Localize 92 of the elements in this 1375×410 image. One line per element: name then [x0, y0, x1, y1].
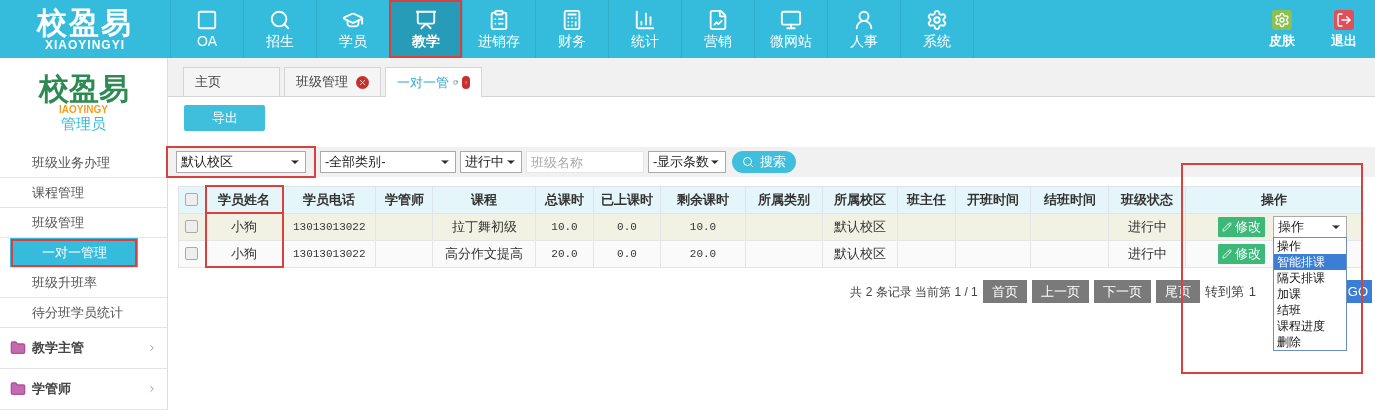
search-icon — [742, 156, 754, 168]
column-header: 操作 — [1185, 186, 1363, 213]
settings-icon — [926, 9, 948, 31]
select-all-checkbox[interactable] — [185, 193, 199, 206]
table-cell: 默认校区 — [834, 245, 886, 261]
sidebar-group[interactable]: 教学主管 — [0, 328, 167, 369]
action-select[interactable]: 操作 — [1273, 215, 1347, 238]
skin-button[interactable]: 皮肤 — [1251, 0, 1313, 58]
menu-item[interactable]: 智能排课 — [1274, 253, 1346, 270]
table-cell: 小狗 — [231, 219, 257, 234]
table-cell: 10.0 — [689, 221, 717, 234]
menu-item[interactable]: 删除 — [1274, 333, 1346, 350]
column-header: 总课时 — [535, 186, 594, 213]
logout-icon — [1334, 10, 1354, 30]
chevron-icon — [147, 384, 157, 394]
table-cell: 小狗 — [231, 245, 257, 261]
sidebar-item[interactable]: 课程管理 — [0, 178, 167, 208]
edit-button[interactable]: 修改 — [1218, 216, 1265, 237]
table-cell: 20.0 — [551, 248, 578, 261]
blackboard-icon — [415, 9, 437, 31]
page-button[interactable]: 首页 — [982, 280, 1027, 303]
table-cell: 高分作文提高 — [445, 245, 523, 261]
table-cell: 20.0 — [689, 248, 717, 261]
menu-item[interactable]: 结班 — [1274, 301, 1346, 318]
page-tab[interactable]: 主页 — [183, 67, 280, 96]
pencil-icon — [1222, 221, 1232, 232]
chart-icon — [634, 9, 656, 31]
sidebar-item[interactable]: 班级升班率 — [0, 268, 167, 298]
brand-logo: 校盈易 — [37, 6, 133, 39]
menu-item[interactable]: 课程进度 — [1274, 317, 1346, 334]
search-icon — [269, 9, 291, 31]
settings-icon — [1272, 10, 1292, 30]
table-cell: 拉丁舞初级 — [451, 218, 517, 234]
sidebar-item[interactable]: 一对一管理 — [10, 238, 138, 268]
clipboard-icon — [488, 9, 510, 31]
sidebar-item[interactable]: 待分班学员统计 — [0, 298, 167, 328]
campus-select[interactable]: 默认校区 — [176, 151, 306, 173]
column-header: 学员姓名 — [205, 186, 283, 213]
column-header: 课程 — [432, 186, 536, 213]
table-cell: 10.0 — [551, 221, 578, 234]
table-cell: 0.0 — [617, 248, 637, 261]
page-button[interactable]: 下一页 — [1093, 280, 1151, 303]
column-header: 所属校区 — [822, 186, 898, 213]
chart-document-icon — [707, 9, 729, 31]
menu-item[interactable]: 隔天排课 — [1274, 269, 1346, 286]
sidebar-group[interactable]: 学管师 — [0, 369, 167, 410]
logout-button[interactable]: 退出 — [1313, 0, 1375, 58]
table-cell: 默认校区 — [834, 218, 886, 234]
role-label: 管理员 — [61, 115, 106, 133]
person-icon — [853, 9, 875, 31]
export-button[interactable]: 导出 — [184, 105, 265, 131]
sidebar-logo-subtitle: IAOYINGY — [59, 105, 108, 115]
class-name-field[interactable]: 班级名称 — [526, 151, 644, 173]
status-select[interactable]: 进行中 — [460, 151, 522, 173]
column-header: 开班时间 — [955, 186, 1031, 213]
column-header: 所属类别 — [745, 186, 823, 213]
row-checkbox[interactable] — [185, 247, 199, 260]
chevron-icon — [147, 343, 157, 353]
page-tab[interactable]: 一对一管 — [385, 67, 482, 97]
table-cell: 0.0 — [617, 221, 637, 234]
record-summary: 共 2 条记录 当前第 1 / 1 — [850, 283, 978, 301]
table-cell: 进行中 — [1127, 218, 1167, 234]
search-button[interactable]: 搜索 — [732, 151, 796, 173]
table-cell: 13013013022 — [292, 221, 366, 234]
column-header: 已上课时 — [593, 186, 661, 213]
column-header: 学管师 — [375, 186, 433, 213]
nav-tab[interactable]: 教学 — [389, 0, 462, 58]
page-tab[interactable]: 班级管理 — [284, 67, 381, 96]
folder-icon — [10, 340, 26, 356]
pencil-icon — [1222, 248, 1232, 259]
goto-label: 转到第 — [1204, 282, 1244, 301]
row-checkbox[interactable] — [185, 220, 199, 233]
calculator-icon — [561, 9, 583, 31]
column-header: 班主任 — [897, 186, 956, 213]
column-header: 剩余课时 — [660, 186, 746, 213]
sidebar-item[interactable]: 班级业务办理 — [0, 148, 167, 178]
column-header: 学员电话 — [282, 186, 376, 213]
menu-item[interactable]: 加课 — [1274, 285, 1346, 302]
edit-button[interactable]: 修改 — [1218, 243, 1265, 264]
brand-subtitle: XIAOYINGYI — [45, 38, 125, 52]
menu-item[interactable]: 操作 — [1274, 237, 1346, 254]
column-header: 班级状态 — [1108, 186, 1186, 213]
window-icon — [196, 9, 218, 31]
monitor-icon — [780, 9, 802, 31]
table-cell: 进行中 — [1127, 245, 1167, 261]
category-select[interactable]: -全部类别- — [320, 151, 456, 173]
table-cell: 13013013022 — [292, 248, 366, 261]
page-button[interactable]: 上一页 — [1031, 280, 1089, 303]
column-header: 结班时间 — [1030, 186, 1109, 213]
folder-icon — [10, 381, 26, 397]
page-size-select[interactable]: -显示条数 — [648, 151, 726, 173]
sidebar-logo: 校盈易 — [38, 73, 129, 105]
